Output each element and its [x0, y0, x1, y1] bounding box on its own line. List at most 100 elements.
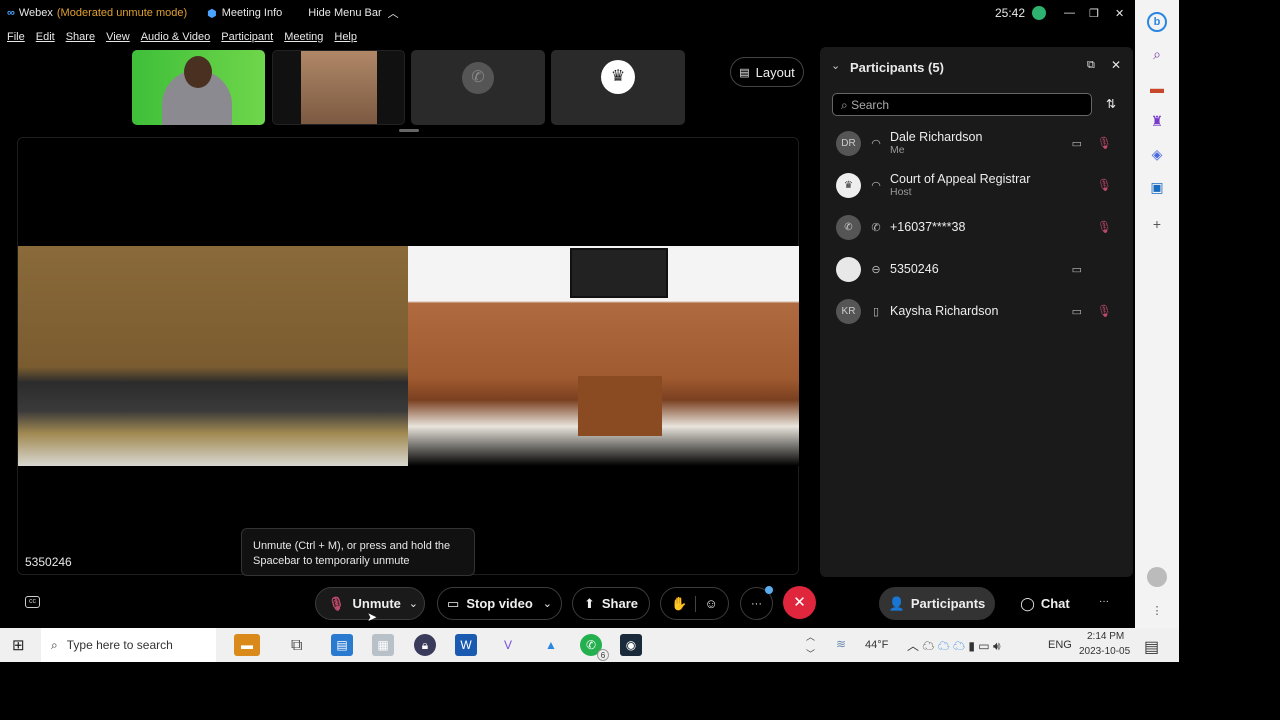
muted-mic-icon[interactable]: 🎙︎ [1097, 136, 1112, 150]
muted-mic-icon[interactable]: 🎙︎ [1097, 178, 1112, 192]
phone-avatar-icon: ✆ [462, 62, 494, 94]
search-icon[interactable]: ⌕ [1147, 44, 1167, 64]
mobile-icon: ▯ [872, 305, 880, 318]
hide-menu-bar-button[interactable]: Hide Menu Bar [308, 7, 381, 19]
search-icon: ⌕ [51, 637, 58, 652]
end-call-button[interactable]: ✕ [783, 586, 816, 619]
clock-date[interactable]: 2023-10-05 [1079, 646, 1130, 657]
office-icon[interactable]: ◈ [1147, 144, 1167, 164]
taskbar-app-briefcase[interactable]: ▬ [234, 634, 260, 656]
menu-meeting[interactable]: Meeting [284, 31, 323, 43]
video-tile-phone[interactable]: ✆ [411, 50, 545, 125]
phone-avatar: ✆ [836, 214, 861, 240]
participants-toggle-button[interactable]: 👤 Participants [879, 587, 995, 620]
windows-start-icon[interactable]: ⊞ [12, 636, 25, 654]
shield-icon: ⬢ [207, 7, 217, 20]
task-view-icon[interactable]: ⧉ [291, 637, 302, 655]
muted-mic-icon[interactable]: 🎙︎ [1097, 304, 1112, 318]
add-icon[interactable]: + [1147, 214, 1167, 234]
court-crest-icon: ♛ [601, 60, 635, 94]
stop-video-button[interactable]: ▭ Stop video ⌄ [437, 587, 562, 620]
close-panel-icon[interactable]: ✕ [1111, 58, 1121, 72]
notification-dot [765, 586, 773, 594]
participant-row[interactable]: ✆ ✆ +16037****38 🎙︎ [828, 207, 1124, 247]
divider [695, 595, 697, 612]
participant-row[interactable]: KR ▯ Kaysha Richardson ▭ 🎙︎ [828, 291, 1124, 331]
title-bar: ∞ Webex (Moderated unmute mode) ⬢ Meetin… [0, 0, 1135, 26]
menu-bar: File Edit Share View Audio & Video Parti… [0, 28, 820, 46]
close-window-button[interactable]: ✕ [1115, 7, 1124, 20]
clock-time[interactable]: 2:14 PM [1087, 631, 1124, 642]
headset-icon: ◠ [871, 137, 881, 150]
chevron-up-scroll[interactable]: ︿ [806, 630, 815, 643]
tools-icon[interactable]: ▬ [1147, 78, 1167, 98]
app-title: Webex [18, 7, 53, 19]
avatar: KR [836, 298, 861, 324]
audio-options-chevron[interactable]: ⌄ [409, 597, 418, 610]
sort-icon[interactable]: ⇅ [1106, 97, 1116, 111]
raise-hand-button[interactable]: ✋ [671, 596, 687, 612]
taskbar-app-vpn[interactable]: V [497, 634, 519, 656]
unmute-mode-label: (Moderated unmute mode) [56, 7, 188, 19]
sidebar-more-icon[interactable]: ⋮ [1147, 600, 1167, 620]
meeting-info-button[interactable]: Meeting Info [222, 7, 283, 19]
mouse-cursor: ➤ [367, 610, 378, 624]
weather-temp[interactable]: 44°F [865, 639, 888, 651]
tray-icons[interactable]: ︿ ☁ ☁ ☁ ▮ ▭ 🔊︎ [907, 637, 1001, 654]
video-tile-registrar[interactable]: ♛ [551, 50, 685, 125]
menu-view[interactable]: View [106, 31, 130, 43]
share-button[interactable]: ⬆ Share [572, 587, 650, 620]
chevron-up-icon[interactable]: ︿ [388, 5, 399, 21]
menu-file[interactable]: File [7, 31, 25, 43]
chat-button[interactable]: ◯ Chat [1010, 587, 1080, 620]
outlook-icon[interactable]: ▣ [1147, 177, 1167, 197]
video-tile-dale[interactable] [132, 50, 265, 125]
taskbar-app-word[interactable]: W [455, 634, 477, 656]
menu-edit[interactable]: Edit [36, 31, 55, 43]
video-system-icon: ⊖ [871, 263, 881, 276]
menu-share[interactable]: Share [66, 31, 95, 43]
menu-participant[interactable]: Participant [221, 31, 273, 43]
video-tile-kaysha[interactable] [272, 50, 405, 125]
participant-row[interactable]: ⊖ 5350246 ▭ [828, 249, 1124, 289]
headset-icon: ◠ [871, 179, 881, 192]
chevron-down-scroll[interactable]: ﹀ [806, 647, 815, 660]
weather-icon[interactable]: ≋ [836, 637, 846, 651]
participant-search[interactable]: ⌕ Search [832, 93, 1092, 116]
camera-icon: ▭ [447, 595, 460, 611]
minimize-button[interactable]: — [1064, 7, 1075, 19]
taskbar-app-lock[interactable]: 🔒︎ [414, 634, 436, 656]
video-on-icon: ▭ [1071, 263, 1082, 276]
games-icon[interactable]: ♜ [1147, 111, 1167, 131]
more-options-button[interactable]: ··· [740, 586, 773, 620]
menu-audio-video[interactable]: Audio & Video [141, 31, 211, 43]
taskbar-app-webex[interactable]: ◉ [620, 634, 642, 656]
notifications-icon[interactable]: ▤ [1144, 637, 1159, 657]
person-head [184, 56, 212, 88]
participant-row[interactable]: DR ◠ Dale Richardson Me ▭ 🎙︎ [828, 123, 1124, 163]
taskbar-app-whatsapp[interactable]: ✆ 6 [580, 634, 609, 661]
network-icon[interactable] [1032, 6, 1046, 20]
popout-icon[interactable]: ⧉ [1087, 59, 1095, 72]
muted-mic-icon[interactable]: 🎙︎ [1097, 220, 1112, 234]
share-icon: ⬆ [583, 595, 595, 611]
filmstrip-resize-handle[interactable] [399, 129, 419, 132]
panel-more-button[interactable]: ··· [1099, 596, 1109, 607]
captions-icon[interactable]: cc [25, 596, 40, 608]
menu-help[interactable]: Help [334, 31, 357, 43]
taskbar-app-notepad[interactable]: ▤ [331, 634, 353, 656]
taskbar-app-photos[interactable]: ▦ [372, 634, 394, 656]
stage-name-label: 5350246 [25, 555, 72, 569]
reactions-button[interactable]: ☺ [704, 596, 717, 611]
restore-button[interactable]: ❐ [1089, 7, 1099, 20]
layout-button[interactable]: ▤ Layout [730, 57, 804, 87]
participant-row[interactable]: ♛ ◠ Court of Appeal Registrar Host 🎙︎ [828, 165, 1124, 205]
video-options-chevron[interactable]: ⌄ [543, 597, 552, 610]
bing-icon[interactable]: b [1147, 12, 1167, 32]
muted-mic-icon: 🎙︎ [328, 595, 345, 611]
profile-icon[interactable] [1147, 567, 1167, 587]
taskbar-search[interactable]: ⌕ Type here to search [41, 628, 216, 662]
collapse-chevron-icon[interactable]: ⌄ [831, 59, 840, 72]
language-indicator[interactable]: ENG [1048, 639, 1072, 651]
taskbar-app-drive[interactable]: ▲ [540, 634, 562, 656]
